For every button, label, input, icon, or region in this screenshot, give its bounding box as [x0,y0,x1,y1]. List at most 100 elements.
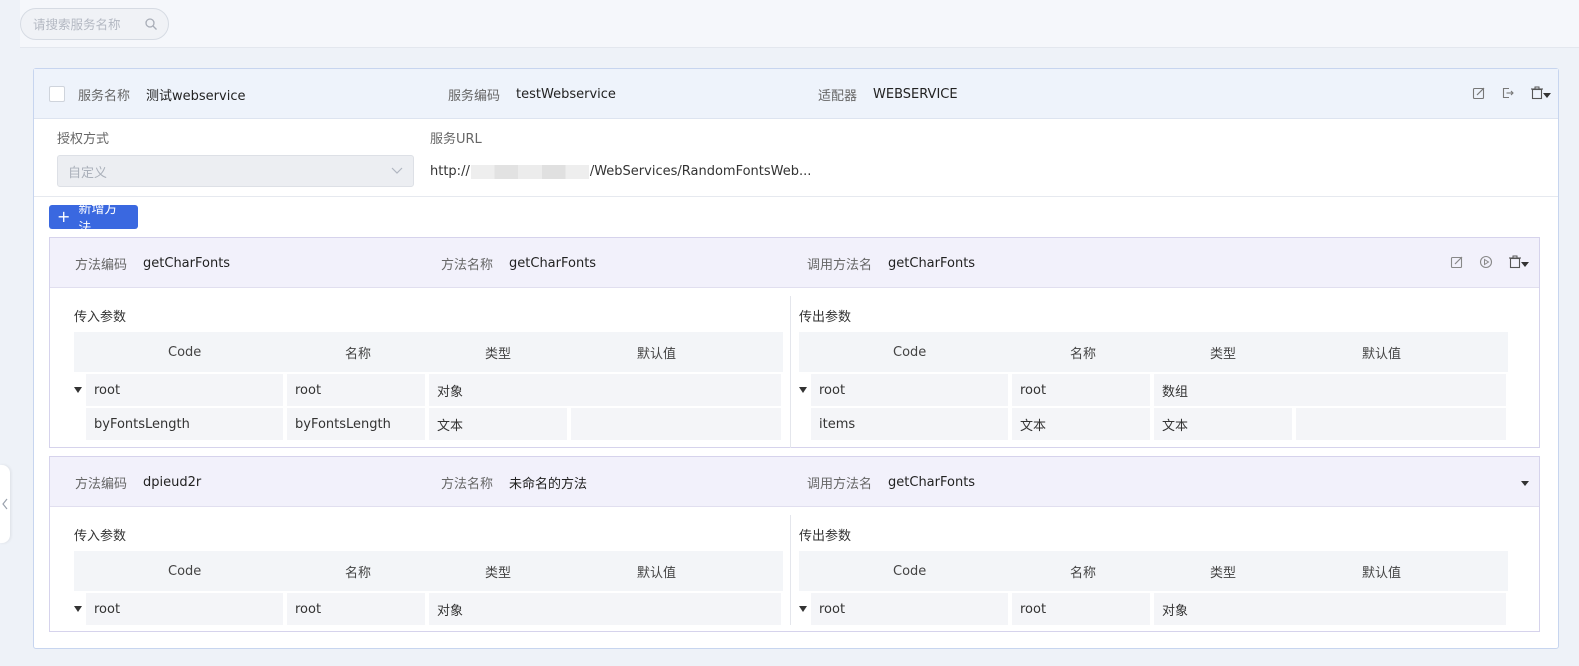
auth-select[interactable]: 自定义 [57,155,414,187]
param-name: root [1012,374,1150,406]
method-name-value: 未命名的方法 [509,476,588,492]
col-code: Code [893,563,927,579]
method-name-label: 方法名称 [441,476,494,492]
param-type: 文本 [1154,408,1292,440]
output-params-title: 传出参数 [799,529,852,544]
method-name-field: 方法名称 未命名的方法 [441,457,587,507]
edit-icon[interactable] [1471,85,1487,101]
call-method-field: 调用方法名 getCharFonts [807,238,975,288]
auth-select-value: 自定义 [68,165,108,181]
table-row[interactable]: items 文本 文本 [799,408,1508,440]
adapter-field: 适配器 WEBSERVICE [818,69,958,119]
input-params: 传入参数 Code 名称 类型 默认值 root root 对象 byFonts… [50,296,791,448]
plus-icon: + [57,207,71,226]
method-code-label: 方法编码 [75,257,128,273]
table-row[interactable]: root root 对象 [74,374,783,406]
method-code-value: dpieud2r [143,474,202,490]
table-row[interactable]: root root 对象 [799,593,1508,625]
param-name: 文本 [1012,408,1150,440]
col-type: 类型 [1210,565,1237,581]
method-code-field: 方法编码 getCharFonts [75,238,230,288]
caret-down-icon[interactable] [1517,256,1533,272]
param-code: root [86,374,283,406]
param-name: byFontsLength [287,408,425,440]
col-name: 名称 [1070,565,1097,581]
top-toolbar [20,0,1579,48]
caret-down-icon[interactable] [1517,475,1533,491]
param-code: items [811,408,1008,440]
url-redacted-host [470,164,589,179]
expand-triangle-icon[interactable] [799,387,807,393]
method-name-label: 方法名称 [441,257,494,273]
param-code: root [86,593,283,625]
input-table-header: Code 名称 类型 默认值 [74,551,783,591]
caret-down-icon[interactable] [1539,87,1555,103]
param-code: byFontsLength [86,408,283,440]
run-icon[interactable] [1478,254,1494,270]
expand-triangle-icon[interactable] [799,606,807,612]
table-row[interactable]: root root 数组 [799,374,1508,406]
col-default: 默认值 [1362,565,1402,581]
table-row[interactable]: byFontsLength byFontsLength 文本 [74,408,783,440]
output-params-title: 传出参数 [799,310,852,325]
col-code: Code [168,563,202,579]
service-name-field: 服务名称 测试webservice [78,69,245,119]
method-header: 方法编码 dpieud2r 方法名称 未命名的方法 调用方法名 getCharF… [50,457,1539,507]
input-params: 传入参数 Code 名称 类型 默认值 root root 对象 [50,515,791,625]
input-params-title: 传入参数 [74,529,127,544]
search-icon[interactable] [144,17,158,31]
adapter-label: 适配器 [818,88,858,104]
service-name-value: 测试webservice [146,88,246,104]
service-card: 服务名称 测试webservice 服务编码 testWebservice 适配… [33,68,1559,649]
col-default: 默认值 [637,565,677,581]
auth-url-row: 授权方式 自定义 服务URL http:// /WebServices/Rand… [34,119,1558,197]
param-default [571,408,781,440]
export-icon[interactable] [1500,85,1516,101]
call-method-label: 调用方法名 [807,257,873,273]
edit-icon[interactable] [1449,254,1465,270]
search-box[interactable] [20,8,169,40]
col-code: Code [168,344,202,360]
search-input[interactable] [33,16,133,32]
param-code: root [811,374,1008,406]
chevron-left-icon [2,498,8,510]
col-default: 默认值 [1362,346,1402,362]
method-name-field: 方法名称 getCharFonts [441,238,596,288]
param-name: root [1012,593,1150,625]
expand-triangle-icon[interactable] [74,606,82,612]
param-type: 对象 [429,374,781,406]
param-type: 文本 [429,408,567,440]
col-name: 名称 [345,346,372,362]
service-code-field: 服务编码 testWebservice [448,69,616,119]
method-code-value: getCharFonts [143,255,231,271]
output-params: 传出参数 Code 名称 类型 默认值 root root 数组 items 文… [792,296,1540,448]
input-table-header: Code 名称 类型 默认值 [74,332,783,372]
chevron-down-icon [391,164,403,179]
col-name: 名称 [1070,346,1097,362]
url-prefix: http:// [430,164,470,179]
output-params: 传出参数 Code 名称 类型 默认值 root root 对象 [792,515,1540,625]
param-type: 对象 [429,593,781,625]
call-method-label: 调用方法名 [807,476,873,492]
add-method-button[interactable]: + 新增方法 [49,202,138,236]
service-checkbox[interactable] [49,86,65,102]
url-suffix: /WebServices/RandomFontsWeb... [589,164,812,179]
url-label: 服务URL [430,132,482,147]
method-code-field: 方法编码 dpieud2r [75,457,201,507]
expand-triangle-icon[interactable] [74,387,82,393]
col-name: 名称 [345,565,372,581]
service-header: 服务名称 测试webservice 服务编码 testWebservice 适配… [34,69,1558,119]
add-method-label: 新增方法 [78,202,118,236]
method-name-value: getCharFonts [509,255,597,271]
output-table-header: Code 名称 类型 默认值 [799,551,1508,591]
table-row[interactable]: root root 对象 [74,593,783,625]
param-name: root [287,374,425,406]
col-type: 类型 [1210,346,1237,362]
method-card: 方法编码 getCharFonts 方法名称 getCharFonts 调用方法… [49,237,1540,448]
col-default: 默认值 [637,346,677,362]
sidebar-collapse-handle[interactable] [0,465,10,543]
col-code: Code [893,344,927,360]
col-type: 类型 [485,565,512,581]
param-type: 对象 [1154,593,1506,625]
input-params-title: 传入参数 [74,310,127,325]
